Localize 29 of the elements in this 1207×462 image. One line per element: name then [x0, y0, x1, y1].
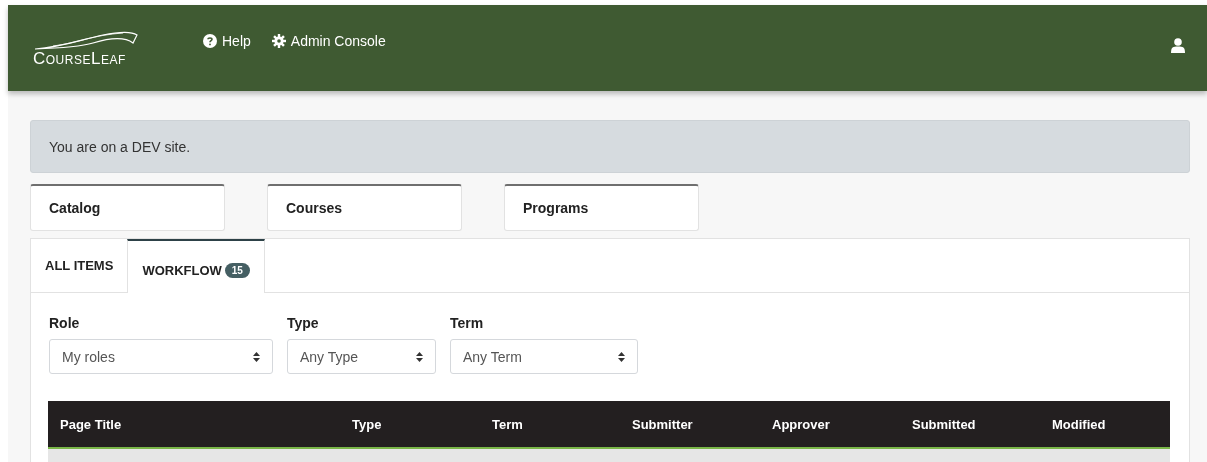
filter-label: Type — [287, 315, 320, 331]
logo-text: CourseLeaf — [33, 49, 127, 69]
column-header: Submitted — [912, 416, 977, 432]
column-header: Term — [492, 416, 524, 432]
filter-dropdown[interactable]: Any Type — [287, 339, 436, 374]
filter-dropdown[interactable]: My roles — [49, 339, 273, 374]
help-icon — [203, 34, 217, 48]
column-header: Page Title — [60, 416, 123, 432]
count-badge: 15 — [224, 262, 250, 278]
help-link[interactable]: Help — [203, 33, 251, 49]
section-tab[interactable]: Programs — [504, 184, 699, 231]
sort-caret-icon — [253, 351, 260, 362]
user-icon[interactable] — [1171, 38, 1185, 53]
sort-caret-icon — [416, 351, 423, 362]
dev-site-alert: You are on a DEV site. — [30, 120, 1190, 173]
section-tab[interactable]: Courses — [267, 184, 462, 231]
tab[interactable]: ALL ITEMS — [31, 239, 128, 292]
admin-console-link[interactable]: Admin Console — [271, 33, 386, 49]
filter-dropdown[interactable]: Any Term — [450, 339, 638, 374]
filter-label: Term — [450, 315, 485, 331]
column-header: Approver — [772, 416, 831, 432]
section-tab[interactable]: Catalog — [30, 184, 225, 231]
filter-label: Role — [49, 315, 81, 331]
sort-caret-icon — [618, 351, 625, 362]
column-header: Submitter — [632, 416, 694, 432]
column-header: Type — [352, 416, 383, 432]
settings-icon — [271, 34, 286, 48]
tab[interactable]: WORKFLOW 15 — [127, 239, 265, 293]
column-header: Modified — [1052, 416, 1107, 432]
